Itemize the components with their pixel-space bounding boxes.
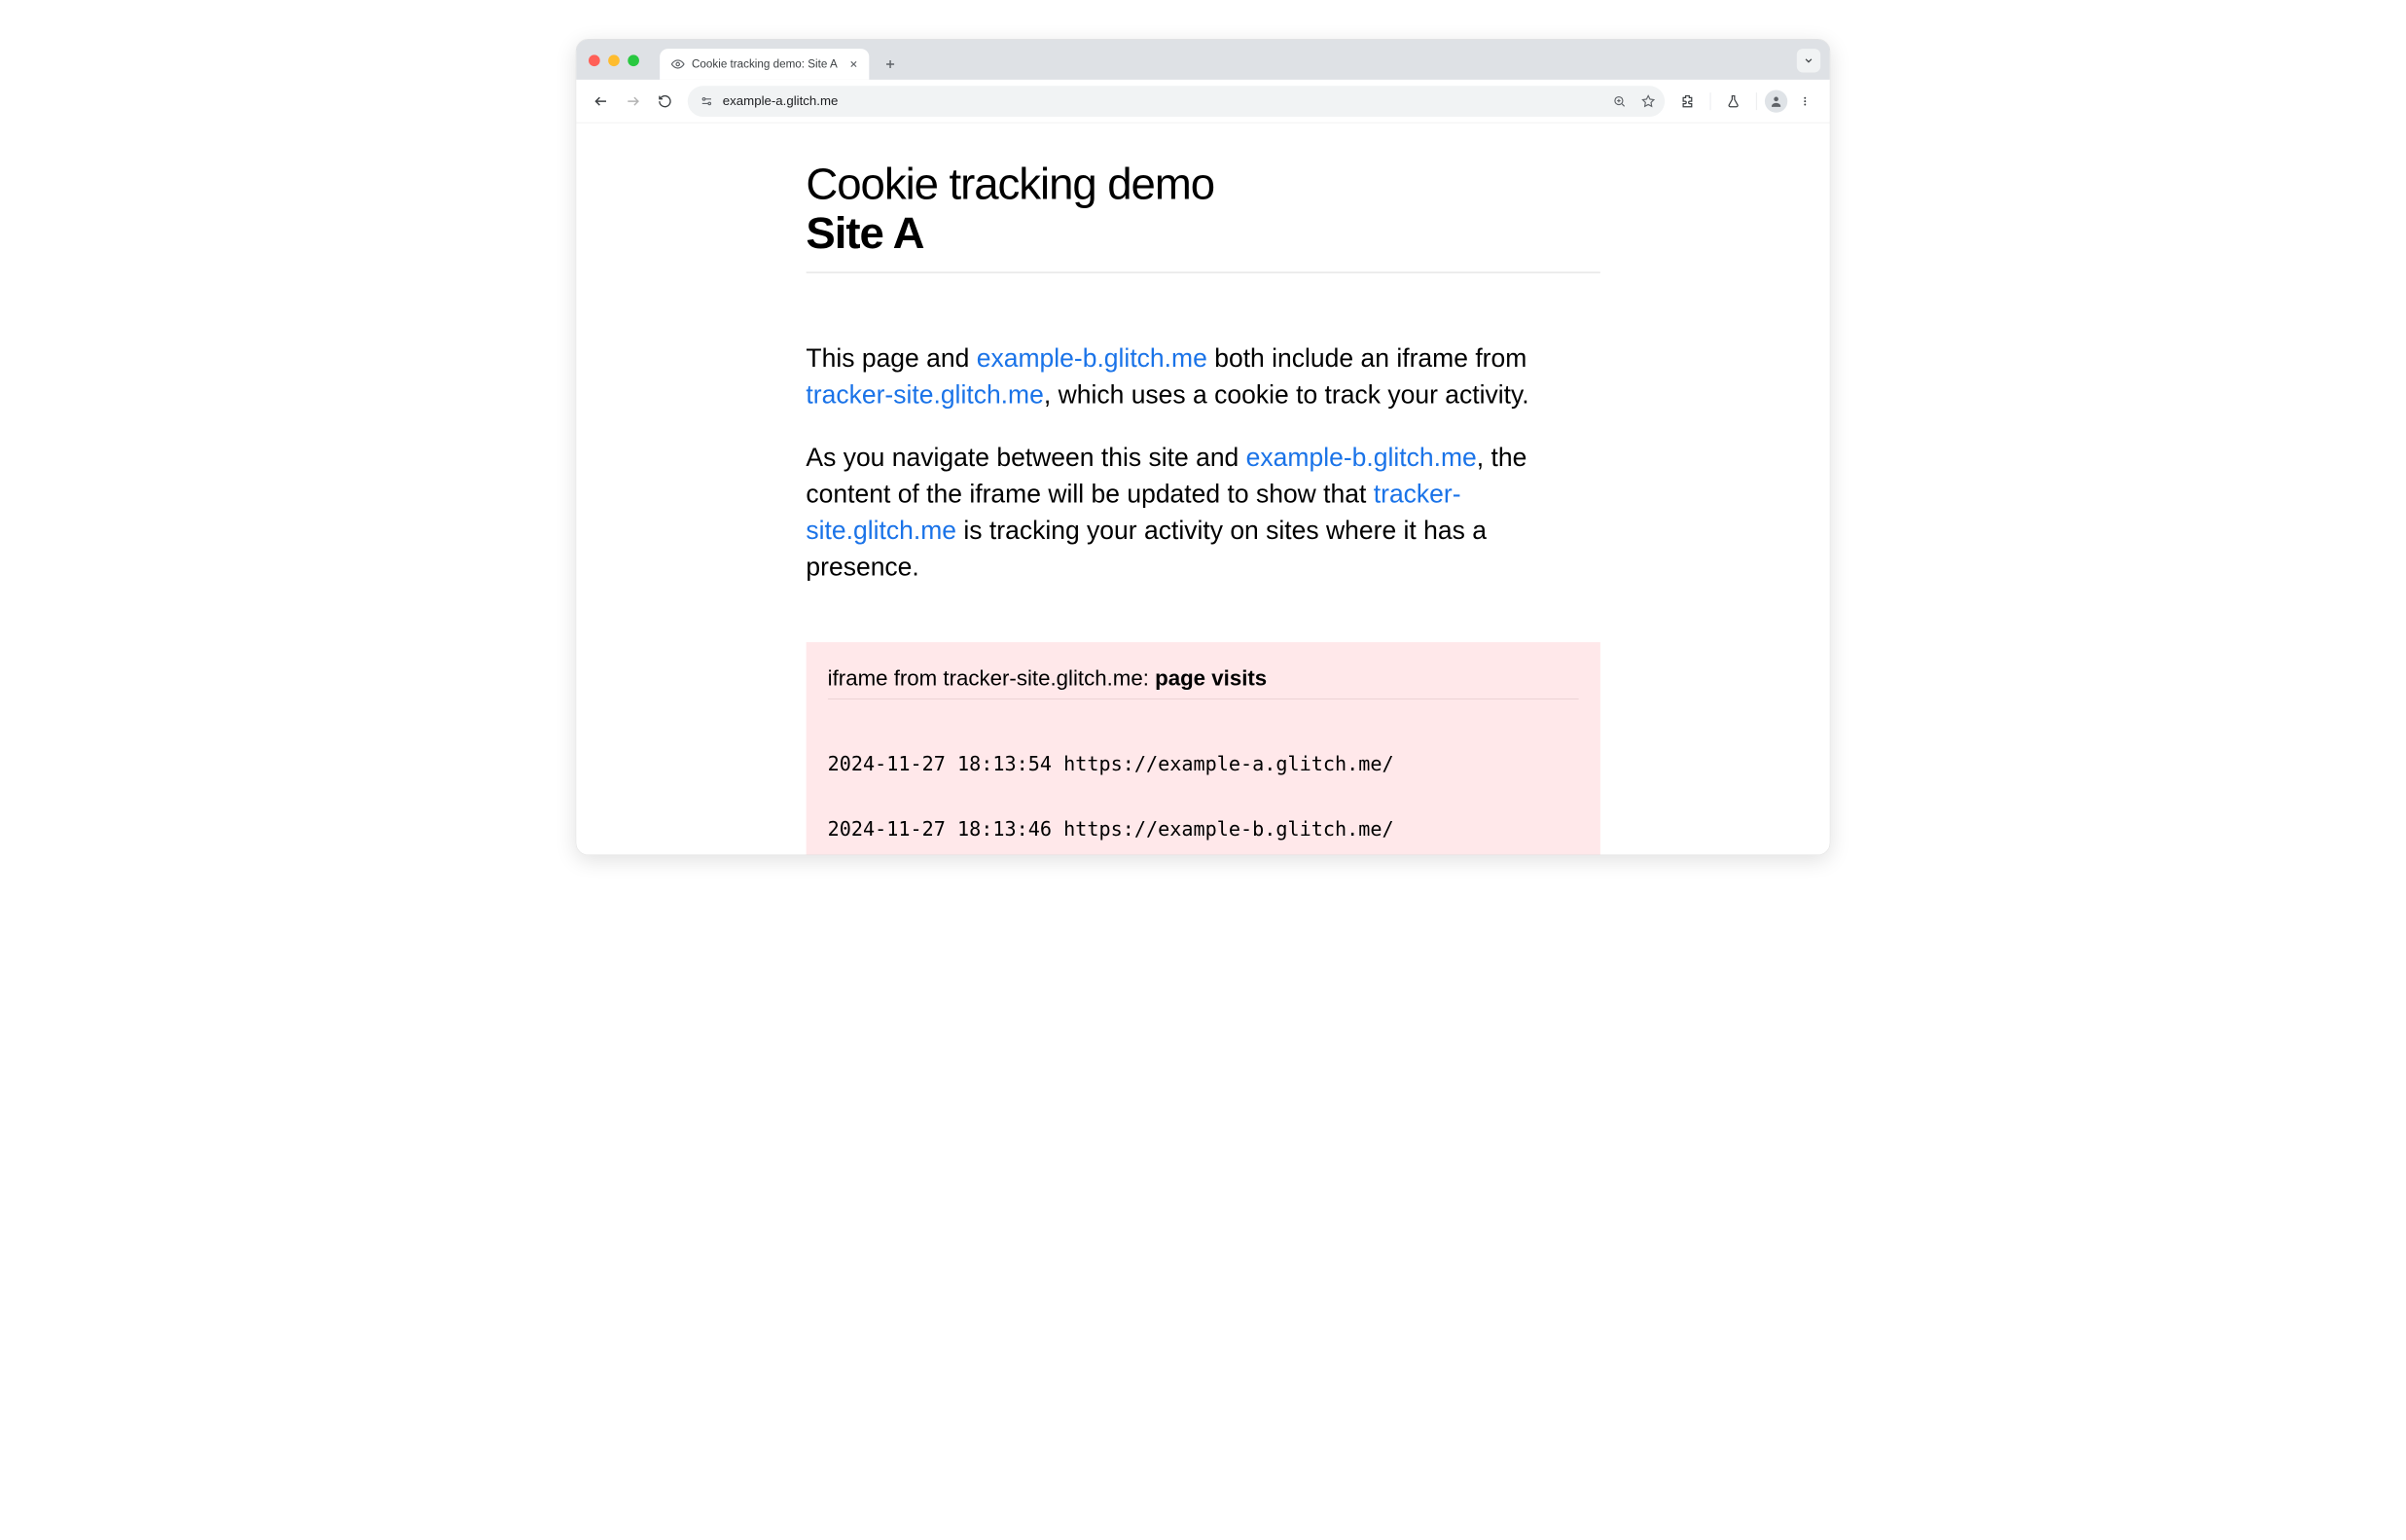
address-bar[interactable]: example-a.glitch.me bbox=[688, 86, 1665, 117]
new-tab-button[interactable] bbox=[879, 53, 902, 76]
tab-strip: Cookie tracking demo: Site A bbox=[576, 40, 1829, 80]
tabs-dropdown-button[interactable] bbox=[1797, 49, 1820, 72]
chrome-menu-button[interactable] bbox=[1790, 87, 1819, 116]
profile-button[interactable] bbox=[1765, 90, 1787, 112]
eye-icon bbox=[671, 57, 685, 71]
link-example-b[interactable]: example-b.glitch.me bbox=[977, 343, 1207, 373]
close-tab-button[interactable] bbox=[848, 59, 859, 70]
separator bbox=[1710, 92, 1711, 110]
page-content: Cookie tracking demo Site A This page an… bbox=[806, 159, 1599, 854]
browser-tab[interactable]: Cookie tracking demo: Site A bbox=[660, 49, 869, 80]
page-visits-log: 2024-11-27 18:13:54 https://example-a.gl… bbox=[828, 710, 1579, 854]
window-maximize-button[interactable] bbox=[628, 54, 639, 66]
reload-button[interactable] bbox=[651, 87, 680, 116]
back-button[interactable] bbox=[587, 87, 616, 116]
link-example-b[interactable]: example-b.glitch.me bbox=[1246, 443, 1477, 472]
intro-paragraph-1: This page and example-b.glitch.me both i… bbox=[806, 340, 1599, 412]
url-text[interactable]: example-a.glitch.me bbox=[723, 93, 1598, 108]
visit-entry: 2024-11-27 18:13:54 https://example-a.gl… bbox=[828, 754, 1579, 775]
window-controls bbox=[589, 54, 639, 66]
iframe-heading: iframe from tracker-site.glitch.me: page… bbox=[828, 665, 1579, 698]
tracker-iframe: iframe from tracker-site.glitch.me: page… bbox=[806, 642, 1599, 855]
divider bbox=[806, 271, 1599, 272]
labs-button[interactable] bbox=[1719, 87, 1748, 116]
zoom-icon[interactable] bbox=[1608, 90, 1631, 112]
visit-entry: 2024-11-27 18:13:46 https://example-b.gl… bbox=[828, 818, 1579, 840]
page-viewport: Cookie tracking demo Site A This page an… bbox=[576, 123, 1829, 854]
toolbar: example-a.glitch.me bbox=[576, 80, 1829, 124]
bookmark-icon[interactable] bbox=[1636, 90, 1659, 112]
page-title: Cookie tracking demo Site A bbox=[806, 159, 1599, 258]
separator bbox=[1756, 92, 1757, 110]
extensions-button[interactable] bbox=[1673, 87, 1703, 116]
page-title-line1: Cookie tracking demo bbox=[806, 159, 1214, 208]
forward-button[interactable] bbox=[619, 87, 648, 116]
intro-paragraph-2: As you navigate between this site and ex… bbox=[806, 439, 1599, 586]
window-minimize-button[interactable] bbox=[608, 54, 620, 66]
tab-title: Cookie tracking demo: Site A bbox=[692, 57, 838, 71]
window-close-button[interactable] bbox=[589, 54, 600, 66]
link-tracker-site[interactable]: tracker-site.glitch.me bbox=[806, 380, 1043, 410]
browser-window: Cookie tracking demo: Site A bbox=[576, 39, 1830, 855]
site-settings-icon[interactable] bbox=[700, 94, 713, 108]
page-title-line2: Site A bbox=[806, 209, 1599, 259]
